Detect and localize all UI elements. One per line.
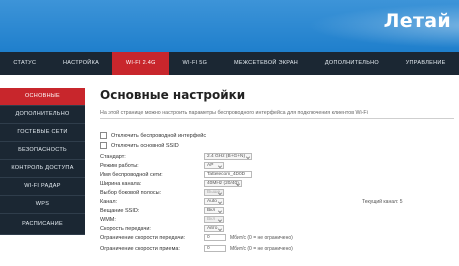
sideband-select[interactable]: Выше [204, 189, 224, 196]
current-channel-text: Текущий канал: 5 [362, 199, 403, 205]
row-ssid-broadcast: Вещание SSID: Вкл [100, 207, 455, 216]
main-content: Основные настройки На этой странице можн… [100, 82, 455, 252]
channel-select[interactable]: Auto [204, 198, 224, 205]
row-channel: Канал: Auto Текущий канал: 5 [100, 198, 455, 207]
rx-limit-input[interactable]: 0 [204, 245, 226, 252]
row-mode: Режим работы: AP [100, 162, 455, 171]
tx-limit-note: Мбит/с (0 = не ограничено) [230, 235, 293, 241]
sidebar-item-advanced[interactable]: ДОПОЛНИТЕЛЬНО [0, 106, 85, 124]
channel-width-label: Ширина канала: [100, 181, 142, 187]
nav-tab-firewall[interactable]: МЕЖСЕТЕВОЙ ЭКРАН [221, 52, 312, 75]
ssid-label: Имя беспроводной сети: [100, 172, 163, 178]
row-sideband: Выбор боковой полосы: Выше [100, 189, 455, 198]
ssid-broadcast-label: Вещание SSID: [100, 208, 140, 214]
nav-tab-wifi-24g[interactable]: WI-FI 2.4G [112, 52, 170, 75]
channel-width-select[interactable]: 40MHz (20/40) [204, 180, 242, 187]
tx-limit-input[interactable]: 0 [204, 234, 226, 241]
nav-tab-wifi-5g[interactable]: WI-FI 5G [169, 52, 221, 75]
row-tx-limit: Ограничение скорости передачи: 0 Мбит/с … [100, 234, 455, 243]
rx-limit-label: Ограничение скорости приема: [100, 246, 180, 252]
wmm-select[interactable]: Вкл [204, 216, 224, 223]
ssid-input[interactable]: Tattelecom_4D0D [204, 171, 252, 178]
nav-tab-management[interactable]: УПРАВЛЕНИЕ [392, 52, 459, 75]
header-banner: Летай [0, 0, 459, 52]
disable-main-ssid-label: Отключить основной SSID [111, 142, 179, 149]
sidebar-item-security[interactable]: БЕЗОПАСНОСТЬ [0, 142, 85, 160]
row-channel-width: Ширина канала: 40MHz (20/40) [100, 180, 455, 189]
wmm-label: WMM: [100, 217, 116, 223]
divider [100, 118, 454, 119]
checkbox-row-disable-wireless: Отключить беспроводной интерфейс [100, 132, 206, 139]
checkbox-row-disable-ssid: Отключить основной SSID [100, 142, 179, 149]
standard-select[interactable]: 2.4 GHz (B+G+N) [204, 153, 252, 160]
row-standard: Стандарт: 2.4 GHz (B+G+N) [100, 153, 455, 162]
page-title: Основные настройки [100, 88, 246, 102]
nav-tab-status[interactable]: СТАТУС [0, 52, 50, 75]
sidebar-item-wifi-radar[interactable]: WI-FI РАДАР [0, 178, 85, 196]
disable-wireless-label: Отключить беспроводной интерфейс [111, 132, 207, 139]
page-description: На этой странице можно настроить парамет… [100, 110, 368, 116]
row-rx-limit: Ограничение скорости приема: 0 Мбит/с (0… [100, 245, 455, 254]
sideband-label: Выбор боковой полосы: [100, 190, 162, 196]
nav-tab-advanced[interactable]: ДОПОЛНИТЕЛЬНО [311, 52, 392, 75]
tx-rate-label: Скорость передачи: [100, 226, 151, 232]
row-ssid: Имя беспроводной сети: Tattelecom_4D0D [100, 171, 455, 180]
ssid-broadcast-select[interactable]: Вкл [204, 207, 224, 214]
sidebar-item-wps[interactable]: WPS [0, 196, 85, 214]
tx-rate-select[interactable]: Авто [204, 225, 224, 232]
tx-limit-label: Ограничение скорости передачи: [100, 235, 186, 241]
top-nav: СТАТУС НАСТРОЙКА WI-FI 2.4G WI-FI 5G МЕЖ… [0, 52, 459, 75]
disable-wireless-checkbox[interactable] [100, 132, 107, 139]
sidebar: ОСНОВНЫЕ ДОПОЛНИТЕЛЬНО ГОСТЕВЫЕ СЕТИ БЕЗ… [0, 88, 85, 235]
brand-logo[interactable]: Летай [384, 10, 451, 32]
mode-label: Режим работы: [100, 163, 139, 169]
row-tx-rate: Скорость передачи: Авто [100, 225, 455, 234]
standard-label: Стандарт: [100, 154, 126, 160]
mode-select[interactable]: AP [204, 162, 224, 169]
sidebar-item-basic[interactable]: ОСНОВНЫЕ [0, 88, 85, 106]
row-wmm: WMM: Вкл [100, 216, 455, 225]
sidebar-item-schedule[interactable]: РАСПИСАНИЕ [0, 214, 85, 235]
channel-label: Канал: [100, 199, 118, 205]
rx-limit-note: Мбит/с (0 = не ограничено) [230, 246, 293, 252]
nav-tab-settings[interactable]: НАСТРОЙКА [50, 52, 113, 75]
sidebar-item-access-control[interactable]: КОНТРОЛЬ ДОСТУПА [0, 160, 85, 178]
disable-main-ssid-checkbox[interactable] [100, 142, 107, 149]
sidebar-item-guest-networks[interactable]: ГОСТЕВЫЕ СЕТИ [0, 124, 85, 142]
